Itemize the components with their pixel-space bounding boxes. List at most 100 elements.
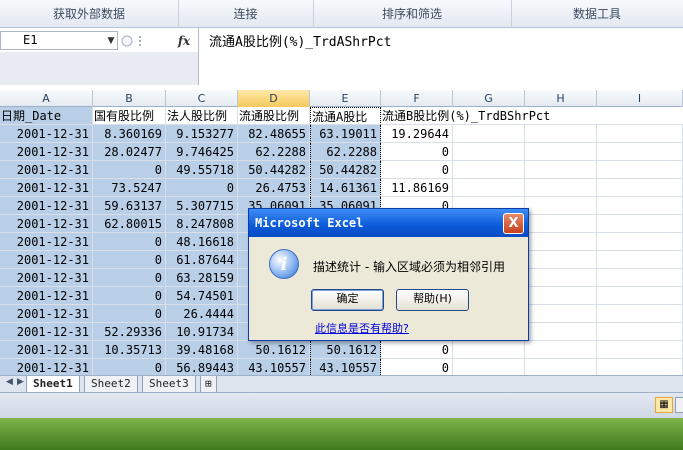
grid-cell[interactable]: 0 [381, 359, 453, 375]
grid-cell[interactable] [525, 359, 597, 375]
grid-cell[interactable]: 63.28159 [166, 269, 238, 287]
grid-cell[interactable]: 26.4753 [238, 179, 310, 197]
tab-sheet1[interactable]: Sheet1 [26, 376, 80, 393]
grid-cell[interactable] [525, 125, 597, 143]
grid-cell[interactable]: 0 [93, 287, 166, 305]
grid-cell[interactable]: 2001-12-31 [0, 251, 93, 269]
ribbon-group-connections[interactable]: 连接 [178, 0, 314, 28]
grid-cell[interactable]: 2001-12-31 [0, 341, 93, 359]
grid-cell[interactable]: 9.153277 [166, 125, 238, 143]
grid-cell[interactable] [453, 161, 525, 179]
name-box[interactable]: E1 [0, 31, 118, 50]
grid-cell[interactable] [597, 233, 683, 251]
grid-cell[interactable] [597, 161, 683, 179]
grid-cell[interactable]: 63.19011 [310, 125, 381, 143]
grid-cell[interactable] [597, 251, 683, 269]
grid-cell[interactable]: 50.1612 [310, 341, 381, 359]
grid-cell[interactable]: 2001-12-31 [0, 359, 93, 375]
grid-cell[interactable]: 0 [93, 305, 166, 323]
feedback-link[interactable]: 此信息是否有帮助? [315, 320, 505, 336]
normal-view-icon[interactable]: ▦ [655, 397, 673, 413]
grid-cell[interactable]: 52.29336 [93, 323, 166, 341]
grid-cell[interactable]: 2001-12-31 [0, 269, 93, 287]
grid-cell[interactable]: 0 [93, 161, 166, 179]
grid-cell[interactable]: 14.61361 [310, 179, 381, 197]
grid-cell[interactable]: 2001-12-31 [0, 323, 93, 341]
grid-cell[interactable] [525, 233, 597, 251]
tab-sheet2[interactable]: Sheet2 [84, 376, 138, 393]
ribbon-group-external-data[interactable]: 获取外部数据 [0, 0, 179, 28]
column-header-a[interactable]: A [0, 90, 93, 107]
grid-cell[interactable]: 2001-12-31 [0, 215, 93, 233]
active-cell[interactable]: 流通A股比 [310, 107, 381, 125]
grid-cell[interactable]: 48.16618 [166, 233, 238, 251]
column-header-d[interactable]: D [238, 90, 310, 107]
grid-cell[interactable] [453, 125, 525, 143]
grid-cell[interactable]: 10.91734 [166, 323, 238, 341]
page-layout-view-icon[interactable] [675, 397, 683, 413]
grid-cell[interactable]: 9.746425 [166, 143, 238, 161]
grid-cell[interactable]: 2001-12-31 [0, 287, 93, 305]
grid-cell[interactable]: 流通股比例 [238, 107, 310, 125]
grid-cell[interactable]: 0 [93, 359, 166, 375]
grid-cell[interactable]: 2001-12-31 [0, 179, 93, 197]
grid-cell[interactable]: 8.247808 [166, 215, 238, 233]
ribbon-group-sort-filter[interactable]: 排序和筛选 [313, 0, 512, 28]
grid-cell[interactable]: 2001-12-31 [0, 143, 93, 161]
grid-cell[interactable] [525, 161, 597, 179]
grid-cell[interactable]: 流通B股比例(%)_TrdBShrPct [381, 107, 683, 125]
grid-cell[interactable]: 8.360169 [93, 125, 166, 143]
grid-cell[interactable]: 0 [93, 269, 166, 287]
grid-cell[interactable]: 0 [381, 143, 453, 161]
grid-cell[interactable]: 62.2288 [310, 143, 381, 161]
grid-cell[interactable]: 56.89443 [166, 359, 238, 375]
grid-cell[interactable]: 国有股比例 [93, 107, 166, 125]
grid-cell[interactable]: 法人股比例 [166, 107, 238, 125]
grid-cell[interactable] [597, 323, 683, 341]
grid-cell[interactable]: 2001-12-31 [0, 161, 93, 179]
grid-cell[interactable]: 28.02477 [93, 143, 166, 161]
grid-cell[interactable] [525, 179, 597, 197]
column-header-c[interactable]: C [166, 90, 238, 107]
grid-cell[interactable]: 50.44282 [310, 161, 381, 179]
grid-cell[interactable] [597, 341, 683, 359]
grid-cell[interactable]: 54.74501 [166, 287, 238, 305]
grid-cell[interactable]: 50.44282 [238, 161, 310, 179]
grid-cell[interactable] [525, 287, 597, 305]
close-icon[interactable]: X [503, 213, 524, 234]
grid-cell[interactable] [525, 341, 597, 359]
grid-cell[interactable] [597, 305, 683, 323]
grid-cell[interactable]: 2001-12-31 [0, 125, 93, 143]
column-header-e[interactable]: E [310, 90, 381, 107]
grid-cell[interactable]: 49.55718 [166, 161, 238, 179]
grid-cell[interactable]: 82.48655 [238, 125, 310, 143]
grid-cell[interactable]: 61.87644 [166, 251, 238, 269]
grid-cell[interactable] [525, 215, 597, 233]
column-header-f[interactable]: F [381, 90, 453, 107]
insert-sheet-icon[interactable]: ⊞ [200, 376, 217, 393]
ribbon-group-data-tools[interactable]: 数据工具 [511, 0, 683, 28]
grid-cell[interactable] [597, 143, 683, 161]
grid-cell[interactable] [525, 305, 597, 323]
dialog-title[interactable]: Microsoft Excel [249, 209, 528, 237]
grid-cell[interactable]: 0 [381, 161, 453, 179]
grid-cell[interactable] [597, 359, 683, 375]
grid-cell[interactable]: 62.2288 [238, 143, 310, 161]
grid-cell[interactable] [525, 197, 597, 215]
grid-cell[interactable] [597, 215, 683, 233]
ok-button[interactable]: 确定 [311, 289, 384, 311]
tab-sheet3[interactable]: Sheet3 [142, 376, 196, 393]
grid-cell[interactable]: 50.1612 [238, 341, 310, 359]
grid-cell[interactable] [453, 359, 525, 375]
grid-cell[interactable]: 43.10557 [310, 359, 381, 375]
chevron-down-icon[interactable]: ▼ [104, 32, 118, 50]
grid-cell[interactable]: 73.5247 [93, 179, 166, 197]
column-header-i[interactable]: I [597, 90, 683, 107]
grid-cell[interactable] [453, 143, 525, 161]
grid-cell[interactable] [597, 125, 683, 143]
grid-cell[interactable] [597, 287, 683, 305]
grid-cell[interactable]: 39.48168 [166, 341, 238, 359]
grid-cell[interactable]: 2001-12-31 [0, 233, 93, 251]
grid-cell[interactable] [525, 269, 597, 287]
grid-cell[interactable] [597, 179, 683, 197]
